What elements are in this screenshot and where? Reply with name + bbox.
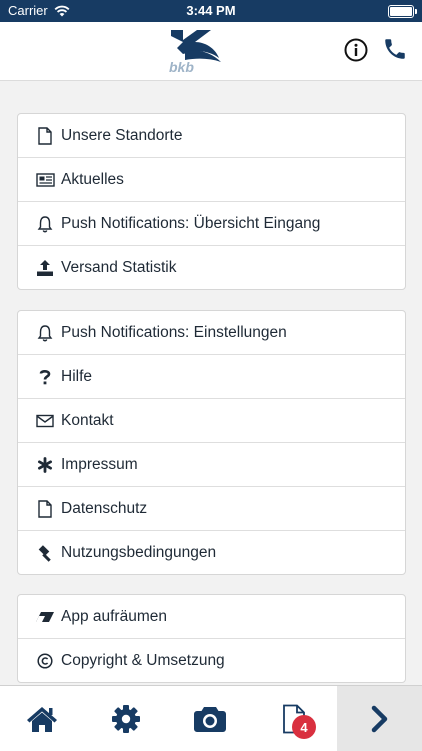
app-header: bkb — [0, 22, 422, 81]
menu-group-main: Unsere Standorte Aktuelles Push Notifica… — [17, 113, 406, 290]
menu-item-push-einstellungen[interactable]: Push Notifications: Einstellungen — [18, 311, 405, 355]
menu-item-label: Unsere Standorte — [61, 126, 183, 144]
menu-group-app: App aufräumen Copyright & Umsetzung — [17, 594, 406, 683]
documents-badge: 4 — [292, 715, 316, 739]
menu-item-label: Nutzungsbedingungen — [61, 543, 217, 561]
bkb-logo: bkb — [163, 28, 227, 79]
eraser-icon — [34, 610, 56, 624]
tab-next[interactable] — [337, 686, 422, 751]
file-icon — [34, 126, 56, 145]
tab-bar: 4 — [0, 685, 422, 751]
menu-item-label: App aufräumen — [61, 607, 167, 625]
menu-item-versand-statistik[interactable]: Versand Statistik — [18, 246, 405, 289]
menu-item-label: Hilfe — [61, 367, 93, 385]
tab-home[interactable] — [0, 686, 84, 751]
logo-text: bkb — [169, 59, 194, 74]
menu-item-label: Versand Statistik — [61, 258, 177, 276]
status-bar: Carrier 3:44 PM — [0, 0, 422, 22]
menu-item-label: Datenschutz — [61, 499, 148, 517]
status-time: 3:44 PM — [186, 3, 236, 18]
bell-icon — [34, 324, 56, 342]
menu-item-kontakt[interactable]: Kontakt — [18, 399, 405, 443]
home-icon — [27, 706, 57, 732]
menu-item-hilfe[interactable]: Hilfe — [18, 355, 405, 399]
menu-item-label: Push Notifications: Einstellungen — [61, 323, 287, 341]
chevron-right-icon — [371, 705, 387, 732]
upload-icon — [34, 259, 56, 277]
copyright-icon — [34, 652, 56, 669]
menu-item-standorte[interactable]: Unsere Standorte — [18, 114, 405, 158]
menu-item-aktuelles[interactable]: Aktuelles — [18, 158, 405, 202]
menu-item-label: Push Notifications: Übersicht Eingang — [61, 214, 321, 232]
question-icon — [34, 368, 56, 386]
info-icon — [344, 38, 368, 62]
menu-item-datenschutz[interactable]: Datenschutz — [18, 487, 405, 531]
menu-item-label: Aktuelles — [61, 170, 124, 188]
camera-icon — [194, 706, 226, 732]
file-icon — [34, 499, 56, 518]
bell-icon — [34, 215, 56, 233]
envelope-icon — [34, 414, 56, 428]
info-button[interactable] — [344, 38, 368, 62]
gavel-icon — [34, 544, 56, 562]
menu-item-impressum[interactable]: Impressum — [18, 443, 405, 487]
tab-settings[interactable] — [84, 686, 168, 751]
call-button[interactable] — [382, 36, 408, 62]
phone-icon — [385, 39, 405, 59]
menu-item-label: Impressum — [61, 455, 138, 473]
menu-item-copyright[interactable]: Copyright & Umsetzung — [18, 639, 405, 682]
menu-item-app-aufraeumen[interactable]: App aufräumen — [18, 595, 405, 639]
gear-icon — [112, 704, 140, 733]
asterisk-icon — [34, 456, 56, 473]
menu-group-info: Push Notifications: Einstellungen Hilfe … — [17, 310, 406, 575]
menu-item-label: Kontakt — [61, 411, 114, 429]
newspaper-icon — [34, 172, 56, 188]
menu-item-push-uebersicht[interactable]: Push Notifications: Übersicht Eingang — [18, 202, 405, 246]
menu-item-label: Copyright & Umsetzung — [61, 651, 225, 669]
battery-icon — [388, 5, 417, 18]
tab-camera[interactable] — [168, 686, 252, 751]
menu-item-nutzungsbedingungen[interactable]: Nutzungsbedingungen — [18, 531, 405, 574]
